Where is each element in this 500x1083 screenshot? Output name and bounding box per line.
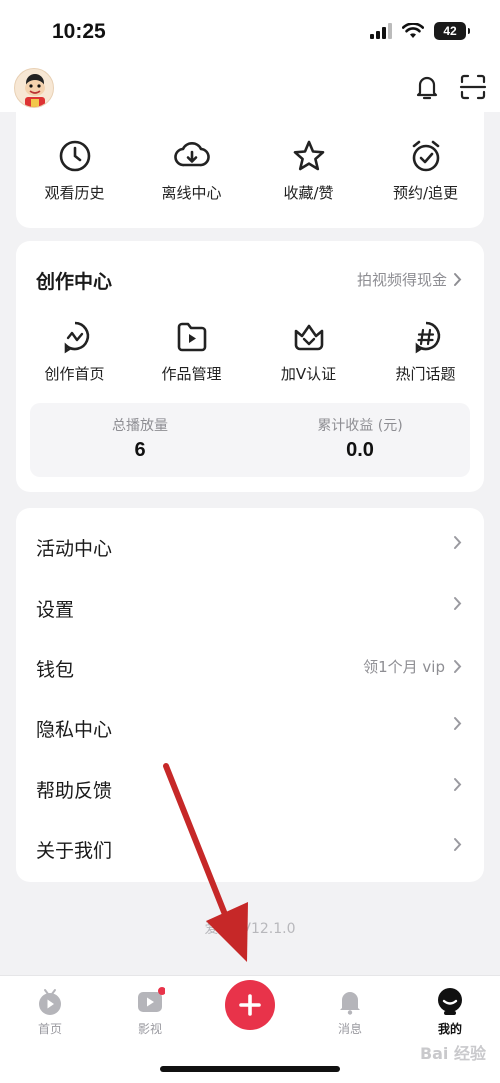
avatar-image	[25, 74, 45, 107]
stat-total-plays[interactable]: 总播放量 6	[30, 403, 250, 477]
tab-home[interactable]: 首页	[10, 986, 90, 1037]
tab-profile[interactable]: 我的	[410, 986, 490, 1037]
home-tv-icon	[39, 989, 61, 1015]
chevron-right-icon	[454, 273, 462, 286]
menu-item-about-us[interactable]: 关于我们	[16, 816, 484, 876]
tab-label: 影视	[137, 1022, 162, 1036]
creator-center-title: 创作中心	[36, 271, 113, 293]
profile-header	[0, 62, 500, 112]
creator-item-label: 热门话题	[395, 365, 456, 383]
wifi-icon	[402, 23, 424, 38]
download-cloud-icon	[173, 142, 210, 167]
menu-item-label: 活动中心	[36, 538, 113, 560]
star-icon	[293, 140, 324, 171]
avatar[interactable]	[14, 68, 54, 108]
chevron-right-icon	[454, 838, 462, 851]
status-icons: 42	[370, 22, 470, 40]
menu-item-label: 设置	[36, 599, 75, 621]
tab-movies[interactable]: 影视	[110, 986, 190, 1037]
clock-icon	[59, 140, 90, 172]
quick-action-label: 预约/追更	[392, 184, 459, 202]
creator-item-works[interactable]: 作品管理	[133, 319, 250, 384]
menu-item-settings[interactable]: 设置	[16, 575, 484, 635]
creator-item-label: 作品管理	[161, 365, 222, 383]
verify-crown-icon	[294, 324, 323, 351]
creator-link-label: 拍视频得现金	[356, 271, 447, 289]
stat-total-earnings[interactable]: 累计收益 (元) 0.0	[250, 403, 470, 477]
chevron-right-icon	[454, 778, 462, 791]
hashtag-icon	[415, 321, 440, 354]
stat-label: 总播放量	[112, 418, 168, 434]
tab-label: 我的	[437, 1022, 462, 1036]
stat-label: 累计收益 (元)	[317, 418, 403, 434]
play-folder-icon	[177, 322, 206, 352]
creator-stats: 总播放量 6 累计收益 (元) 0.0	[30, 403, 470, 477]
creator-item-topics[interactable]: 热门话题	[367, 319, 484, 384]
status-bar: 10:25 42	[0, 0, 500, 62]
video-play-icon	[138, 987, 165, 1012]
settings-menu-card: 活动中心 设置 钱包 领1个月 vip 隐私中心 帮助反馈 关于我们	[16, 508, 484, 882]
creator-item-label: 加V认证	[280, 365, 337, 383]
creator-item-verify[interactable]: 加V认证	[250, 319, 367, 384]
create-plus-button[interactable]	[225, 980, 275, 1030]
chevron-right-icon	[454, 536, 462, 549]
profile-icon	[438, 988, 462, 1015]
menu-item-label: 关于我们	[36, 840, 113, 862]
quick-action-label: 收藏/赞	[283, 184, 334, 202]
menu-item-hint: 领1个月 vip	[363, 658, 445, 676]
stat-value: 0.0	[346, 439, 374, 461]
quick-actions-card: 观看历史 离线中心 收藏/赞 预约/追更	[16, 112, 484, 228]
menu-item-wallet[interactable]: 钱包 领1个月 vip	[16, 635, 484, 695]
scan-icon[interactable]	[458, 72, 488, 102]
signal-icon	[370, 23, 392, 39]
home-indicator	[160, 1066, 340, 1072]
tab-label: 消息	[337, 1022, 362, 1036]
creator-item-home[interactable]: 创作首页	[16, 319, 133, 384]
app-version: 爱 刻 V12.1.0	[204, 921, 296, 937]
quick-action-history[interactable]: 观看历史	[16, 138, 133, 203]
quick-action-label: 观看历史	[44, 184, 105, 202]
message-bell-icon	[340, 992, 360, 1015]
quick-action-offline[interactable]: 离线中心	[133, 138, 250, 203]
creator-item-label: 创作首页	[44, 365, 105, 383]
creator-center-card: 创作中心 拍视频得现金 创作首页 作品管理 加V认证 热门话题 总播放量 6 累…	[16, 241, 484, 492]
stat-value: 6	[134, 439, 146, 461]
menu-item-privacy-center[interactable]: 隐私中心	[16, 695, 484, 755]
tab-messages[interactable]: 消息	[310, 986, 390, 1037]
menu-item-label: 钱包	[36, 659, 75, 681]
alarm-check-icon	[412, 140, 439, 172]
creator-home-icon	[64, 321, 89, 354]
menu-item-help-feedback[interactable]: 帮助反馈	[16, 756, 484, 816]
menu-item-activity-center[interactable]: 活动中心	[16, 514, 484, 574]
creator-cash-link[interactable]: 拍视频得现金	[357, 269, 462, 290]
chevron-right-icon	[454, 660, 462, 673]
tab-label: 首页	[37, 1022, 62, 1036]
quick-action-favorites[interactable]: 收藏/赞	[250, 138, 367, 203]
menu-item-label: 帮助反馈	[36, 780, 113, 802]
plus-icon	[239, 994, 261, 1016]
status-time: 10:25	[52, 20, 106, 43]
quick-action-reservations[interactable]: 预约/追更	[367, 138, 484, 203]
bell-icon[interactable]	[412, 72, 442, 102]
watermark: Bai 经验	[419, 1044, 486, 1063]
chevron-right-icon	[454, 717, 462, 730]
chevron-right-icon	[454, 597, 462, 610]
menu-item-label: 隐私中心	[36, 719, 113, 741]
battery-indicator: 42	[434, 22, 470, 40]
quick-action-label: 离线中心	[161, 184, 222, 202]
